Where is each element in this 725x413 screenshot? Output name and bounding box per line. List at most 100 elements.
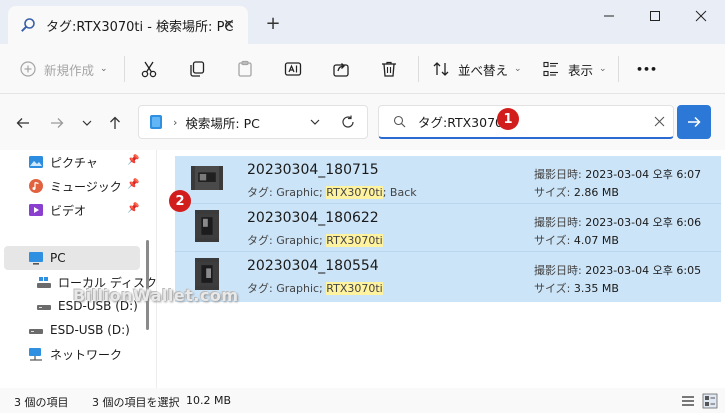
search-submit-button[interactable]: [677, 105, 711, 139]
chevron-right-icon: ›: [173, 115, 178, 129]
monitor-icon: [29, 252, 43, 265]
new-tab-button[interactable]: +: [262, 12, 284, 34]
sidebar-item-videos[interactable]: ビデオ: [28, 198, 86, 222]
details-view-icon[interactable]: [680, 393, 696, 409]
recent-locations-button[interactable]: [76, 112, 98, 134]
file-size: サイズ: 4.07 MB: [534, 232, 619, 248]
date-value: 2023-03-04 오후 6:06: [585, 216, 702, 229]
tiles-view-icon[interactable]: [702, 393, 718, 409]
network-icon: [29, 348, 42, 361]
back-button[interactable]: [12, 112, 34, 134]
refresh-icon[interactable]: [341, 115, 355, 129]
tags-prefix: タグ: Graphic;: [247, 186, 327, 199]
date-label: 撮影日時:: [534, 216, 582, 229]
sidebar-item-label: ピクチャ: [50, 155, 98, 170]
sidebar-item-network[interactable]: ネットワーク: [28, 342, 122, 366]
chevron-down-icon[interactable]: [309, 116, 321, 128]
sidebar-item-pictures[interactable]: ピクチャ: [28, 150, 98, 174]
rename-button[interactable]: [284, 52, 302, 86]
view-button[interactable]: 表示 ⌄: [542, 52, 607, 86]
share-button[interactable]: [332, 52, 350, 86]
annotation-badge-1: 1: [497, 108, 519, 130]
size-value: 3.35 MB: [573, 282, 619, 295]
file-list: 20230304_180715 タグ: Graphic; RTX3070ti; …: [73, 150, 725, 388]
chevron-down-icon: ⌄: [514, 64, 522, 74]
sort-icon: [433, 62, 449, 76]
up-button[interactable]: [104, 112, 126, 134]
list-item[interactable]: 20230304_180622 タグ: Graphic; RTX3070ti 撮…: [175, 204, 721, 252]
search-icon: [393, 115, 406, 128]
more-options-button[interactable]: •••: [636, 52, 657, 86]
pc-icon: [150, 115, 162, 129]
copy-button[interactable]: [188, 52, 206, 86]
navigation-pane: ピクチャ 📌 ミュージック 📌 ビデオ 📌 PC ローカル ディスク (C ES…: [0, 150, 174, 388]
delete-button[interactable]: [380, 52, 398, 86]
sidebar-item-label: ネットワーク: [50, 347, 123, 362]
address-bar[interactable]: › 検索場所: PC: [138, 105, 368, 139]
sidebar-item-pc[interactable]: PC: [28, 246, 66, 270]
sidebar-scrollbar[interactable]: [146, 240, 149, 330]
tags-suffix: ; Back: [382, 186, 417, 199]
date-taken: 撮影日時: 2023-03-04 오후 6:05: [534, 262, 701, 278]
item-count: 3 個の項目: [14, 396, 69, 409]
sidebar-item-label: ESD-USB (D:): [50, 323, 130, 337]
tag-highlight: RTX3070ti: [326, 186, 383, 199]
arrow-up-icon: [110, 116, 120, 129]
paste-button[interactable]: [236, 52, 254, 86]
tag-highlight: RTX3070ti: [326, 234, 383, 247]
minimize-button[interactable]: [586, 0, 632, 32]
file-tags: タグ: Graphic; RTX3070ti; Back: [247, 184, 417, 200]
file-name: 20230304_180622: [247, 210, 379, 226]
file-tags: タグ: Graphic; RTX3070ti: [247, 280, 383, 296]
file-name: 20230304_180715: [247, 162, 379, 178]
pictures-icon: [29, 156, 43, 168]
date-label: 撮影日時:: [534, 264, 582, 277]
tab-title: タグ:RTX3070ti - 検索場所: PC: [46, 19, 234, 35]
plus-circle-icon: [20, 61, 36, 77]
music-icon: [29, 179, 43, 193]
forward-button[interactable]: [46, 112, 68, 134]
sidebar-item-label: ミュージック: [50, 179, 122, 194]
view-label: 表示: [568, 62, 594, 78]
annotation-badge-2: 2: [169, 190, 191, 212]
drive-icon: [37, 277, 51, 288]
tags-prefix: タグ: Graphic;: [247, 234, 327, 247]
image-thumbnail: [191, 166, 223, 190]
tab-search-results[interactable]: タグ:RTX3070ti - 検索場所: PC ✕: [8, 6, 248, 44]
sidebar-selection-highlight: [4, 246, 140, 270]
usb-drive-icon: [37, 305, 51, 310]
share-icon: [333, 63, 349, 77]
close-icon: [695, 10, 707, 22]
usb-drive-icon: [29, 329, 43, 334]
sort-button[interactable]: 並べ替え ⌄: [432, 52, 522, 86]
sidebar-item-label: ビデオ: [50, 203, 87, 218]
close-tab-icon[interactable]: ✕: [220, 16, 238, 34]
close-window-button[interactable]: [678, 0, 724, 32]
maximize-button[interactable]: [632, 0, 678, 32]
sidebar-item-label: PC: [50, 251, 66, 265]
new-button[interactable]: 新規作成 ⌄: [20, 52, 108, 86]
image-thumbnail: [195, 210, 219, 242]
sidebar-item-esd-usb-root[interactable]: ESD-USB (D:): [28, 318, 130, 342]
sidebar-item-music[interactable]: ミュージック: [28, 174, 122, 198]
tags-prefix: タグ: Graphic;: [247, 282, 327, 295]
date-value: 2023-03-04 오후 6:05: [585, 264, 702, 277]
file-size: サイズ: 3.35 MB: [534, 280, 619, 296]
tag-highlight: RTX3070ti: [326, 282, 383, 295]
command-bar: 新規作成 ⌄ 並べ替え ⌄ 表示 ⌄ •••: [0, 44, 725, 94]
new-label: 新規作成: [44, 62, 95, 78]
selection-count: 3 個の項目を選択: [92, 396, 180, 409]
watermark: BillionWallet.com: [73, 286, 239, 305]
chevron-down-icon: ⌄: [100, 64, 108, 74]
size-value: 2.86 MB: [573, 186, 619, 199]
date-taken: 撮影日時: 2023-03-04 오후 6:06: [534, 214, 701, 230]
cut-button[interactable]: [140, 52, 158, 86]
list-item[interactable]: 20230304_180554 タグ: Graphic; RTX3070ti 撮…: [175, 252, 721, 300]
arrow-left-icon: [16, 118, 29, 128]
scissors-icon: [141, 61, 157, 78]
list-item[interactable]: 20230304_180715 タグ: Graphic; RTX3070ti; …: [175, 156, 721, 204]
date-taken: 撮影日時: 2023-03-04 오후 6:07: [534, 166, 701, 182]
sort-label: 並べ替え: [458, 62, 509, 78]
search-box[interactable]: タグ:RTX3070ti: [378, 105, 674, 139]
clear-search-icon[interactable]: [654, 116, 665, 127]
